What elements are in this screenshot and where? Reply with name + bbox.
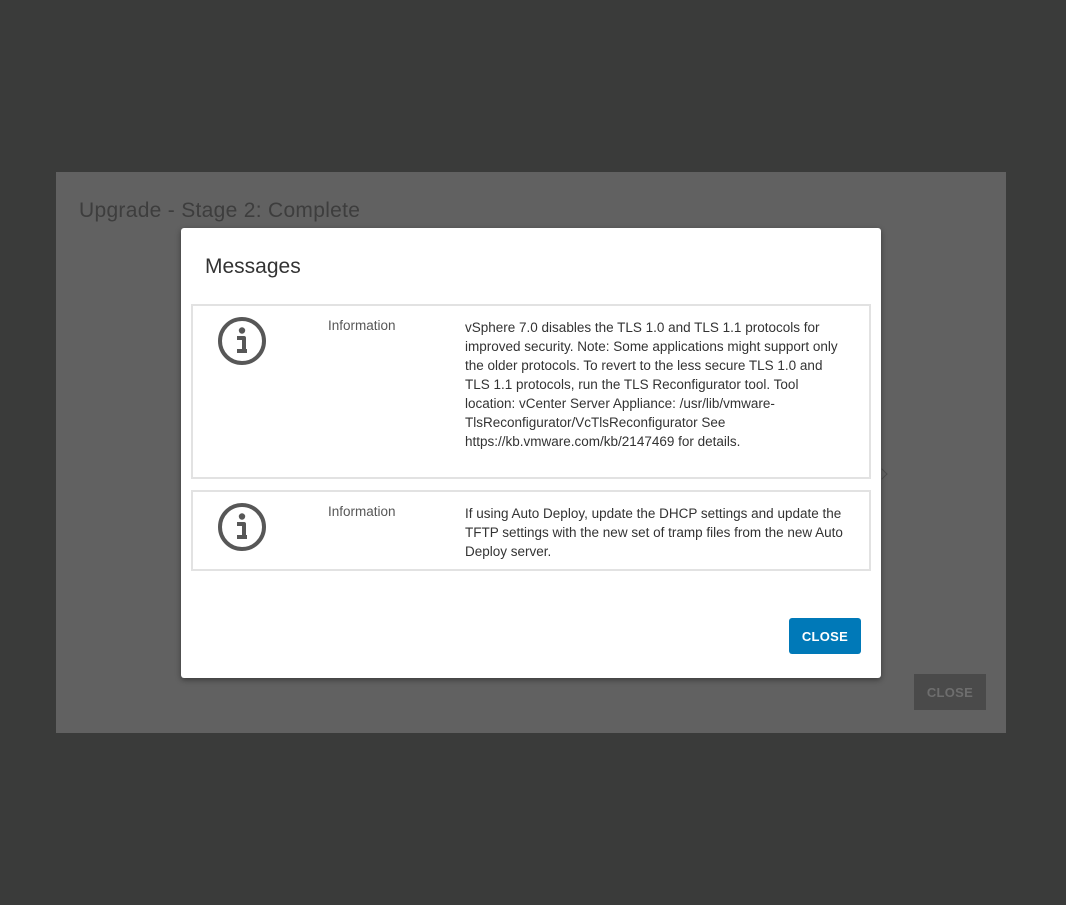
message-text: If using Auto Deploy, update the DHCP se… [465,506,843,559]
info-icon [217,316,267,366]
screen: Upgrade - Stage 2: Complete CLOSE Messag… [0,0,1066,905]
message-type-label: Information [328,504,396,519]
message-text: vSphere 7.0 disables the TLS 1.0 and TLS… [465,320,838,449]
dialog-title: Messages [205,255,301,278]
info-icon [217,502,267,552]
wizard-close-button: CLOSE [914,674,986,710]
message-item: Information If using Auto Deploy, update… [191,490,871,571]
messages-dialog: Messages Information vSphere 7.0 disable… [181,228,881,678]
message-type-label: Information [328,318,396,333]
wizard-title: Upgrade - Stage 2: Complete [79,199,361,222]
message-item: Information vSphere 7.0 disables the TLS… [191,304,871,479]
close-button[interactable]: CLOSE [789,618,861,654]
